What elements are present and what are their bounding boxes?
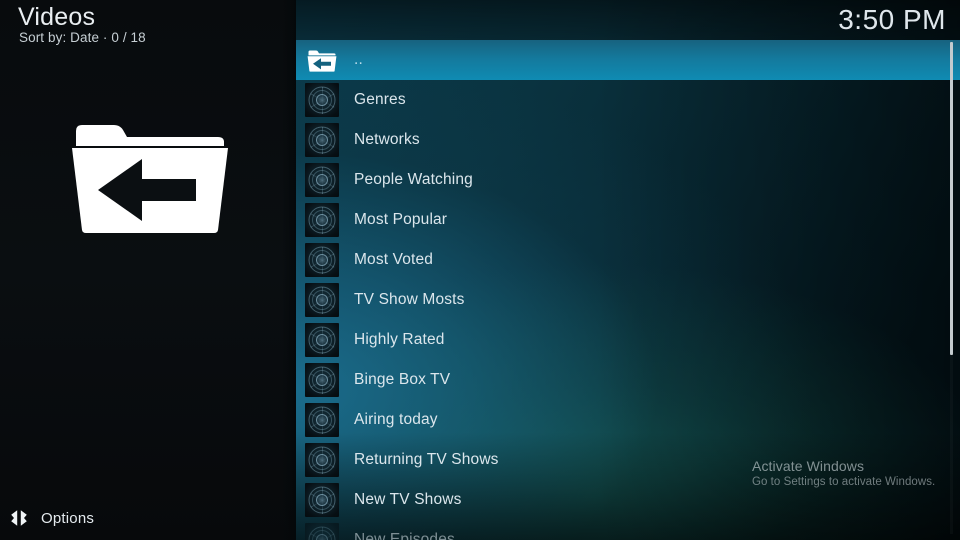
emblem-icon — [305, 403, 339, 437]
list-item-label: Networks — [354, 131, 420, 148]
list-item-label: New Episodes — [354, 531, 455, 540]
list-item[interactable]: Returning TV Shows — [296, 440, 960, 480]
folder-back-icon — [305, 43, 339, 77]
list-item-label: .. — [354, 51, 363, 68]
kodi-videos-screen: Videos Sort by: Date · 0 / 18 3:50 PM Op… — [0, 0, 960, 540]
list-item-label: People Watching — [354, 171, 473, 188]
list-item[interactable]: Airing today — [296, 400, 960, 440]
list-item[interactable]: People Watching — [296, 160, 960, 200]
list-item-label: Airing today — [354, 411, 438, 428]
list-scrollbar-thumb[interactable] — [950, 42, 953, 355]
emblem-icon — [305, 443, 339, 477]
list-item[interactable]: Most Voted — [296, 240, 960, 280]
list-item-label: New TV Shows — [354, 491, 462, 508]
list-item-label: Returning TV Shows — [354, 451, 499, 468]
options-label: Options — [41, 509, 95, 527]
list-item[interactable]: Most Popular — [296, 200, 960, 240]
list-item[interactable]: Genres — [296, 80, 960, 120]
list-item[interactable]: TV Show Mosts — [296, 280, 960, 320]
emblem-icon — [305, 243, 339, 277]
emblem-icon — [305, 203, 339, 237]
list-item-label: Most Popular — [354, 211, 448, 228]
list-item[interactable]: Networks — [296, 120, 960, 160]
folder-back-icon — [68, 115, 232, 233]
emblem-icon — [305, 363, 339, 397]
emblem-icon — [305, 123, 339, 157]
emblem-icon — [305, 283, 339, 317]
list-item-label: TV Show Mosts — [354, 291, 465, 308]
left-info-panel — [0, 0, 296, 540]
emblem-icon — [305, 83, 339, 117]
left-right-arrows-icon — [8, 507, 30, 529]
emblem-icon — [305, 163, 339, 197]
list-item[interactable]: .. — [296, 40, 960, 80]
sort-info-label: Sort by: Date · 0 / 18 — [19, 30, 146, 45]
emblem-icon — [305, 523, 339, 540]
options-button[interactable]: Options — [0, 496, 296, 540]
clock-label: 3:50 PM — [838, 4, 946, 35]
list-item[interactable]: Highly Rated — [296, 320, 960, 360]
media-list[interactable]: .. Genres Networks People Watching Most Popu… — [296, 40, 960, 540]
list-item-label: Genres — [354, 91, 406, 108]
list-item[interactable]: Binge Box TV — [296, 360, 960, 400]
list-item[interactable]: New Episodes — [296, 520, 960, 540]
emblem-icon — [305, 323, 339, 357]
list-item[interactable]: New TV Shows — [296, 480, 960, 520]
list-item-label: Binge Box TV — [354, 371, 451, 388]
list-item-label: Highly Rated — [354, 331, 445, 348]
page-title: Videos — [18, 3, 96, 31]
list-item-label: Most Voted — [354, 251, 434, 268]
emblem-icon — [305, 483, 339, 517]
